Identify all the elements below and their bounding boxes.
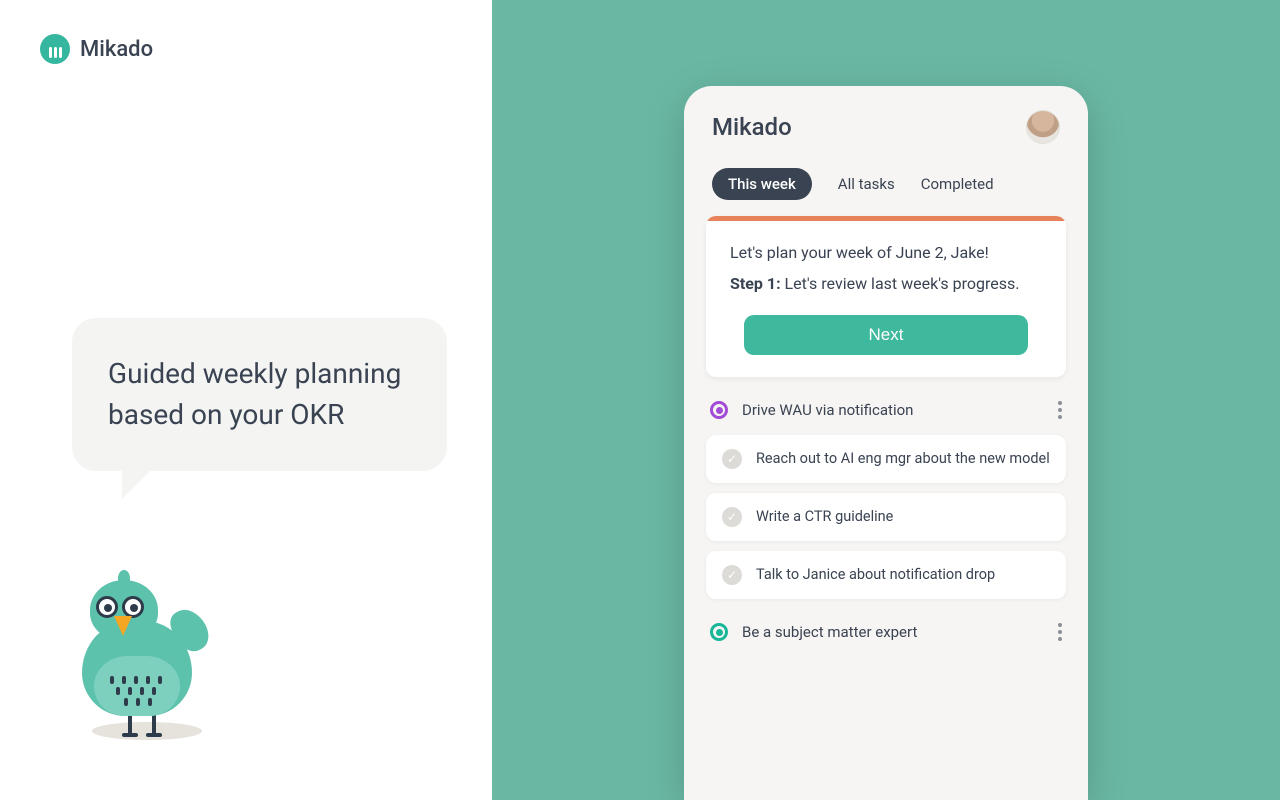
goal-menu-button[interactable] [1058, 623, 1062, 641]
tab-completed[interactable]: Completed [921, 175, 994, 193]
task-check-icon[interactable]: ✓ [722, 449, 742, 469]
goal-menu-button[interactable] [1058, 401, 1062, 419]
task-check-icon[interactable]: ✓ [722, 565, 742, 585]
marketing-panel: Mikado Guided weekly planning based on y… [0, 0, 492, 800]
goal-bullet-icon [710, 623, 728, 641]
goal-row: Drive WAU via notification [684, 377, 1088, 425]
plan-step-desc: Let's review last week's progress. [785, 274, 1020, 293]
app-phone-mock: Mikado This week All tasks Completed Let… [684, 86, 1088, 800]
task-text: Talk to Janice about notification drop [756, 565, 995, 585]
task-text: Write a CTR guideline [756, 507, 893, 527]
task-card[interactable]: ✓ Talk to Janice about notification drop [706, 551, 1066, 599]
task-card[interactable]: ✓ Write a CTR guideline [706, 493, 1066, 541]
hero-speech-bubble: Guided weekly planning based on your OKR [72, 318, 447, 471]
next-button[interactable]: Next [744, 315, 1028, 355]
plan-greeting: Let's plan your week of June 2, Jake! [730, 243, 1042, 262]
brand: Mikado [40, 34, 153, 64]
app-preview-panel: Mikado This week All tasks Completed Let… [492, 0, 1280, 800]
goal-row: Be a subject matter expert [684, 599, 1088, 647]
speech-bubble-tail-icon [122, 465, 156, 499]
tab-all-tasks[interactable]: All tasks [838, 175, 895, 193]
hero-headline: Guided weekly planning based on your OKR [108, 354, 411, 435]
task-check-icon[interactable]: ✓ [722, 507, 742, 527]
mascot-bird-icon [62, 580, 212, 740]
user-avatar[interactable] [1026, 110, 1060, 144]
app-header: Mikado [684, 86, 1088, 154]
brand-logo-icon [40, 34, 70, 64]
plan-step: Step 1: Let's review last week's progres… [730, 274, 1042, 293]
task-card[interactable]: ✓ Reach out to AI eng mgr about the new … [706, 435, 1066, 483]
task-text: Reach out to AI eng mgr about the new mo… [756, 449, 1050, 469]
brand-name: Mikado [80, 37, 153, 62]
app-title: Mikado [712, 113, 792, 141]
goal-title: Be a subject matter expert [742, 623, 917, 641]
tab-this-week[interactable]: This week [712, 168, 812, 200]
plan-step-label: Step 1: [730, 274, 781, 293]
goal-title: Drive WAU via notification [742, 401, 913, 419]
tabs: This week All tasks Completed [684, 154, 1088, 216]
weekly-plan-card: Let's plan your week of June 2, Jake! St… [706, 216, 1066, 377]
goal-bullet-icon [710, 401, 728, 419]
scroll-fade [684, 740, 1088, 800]
